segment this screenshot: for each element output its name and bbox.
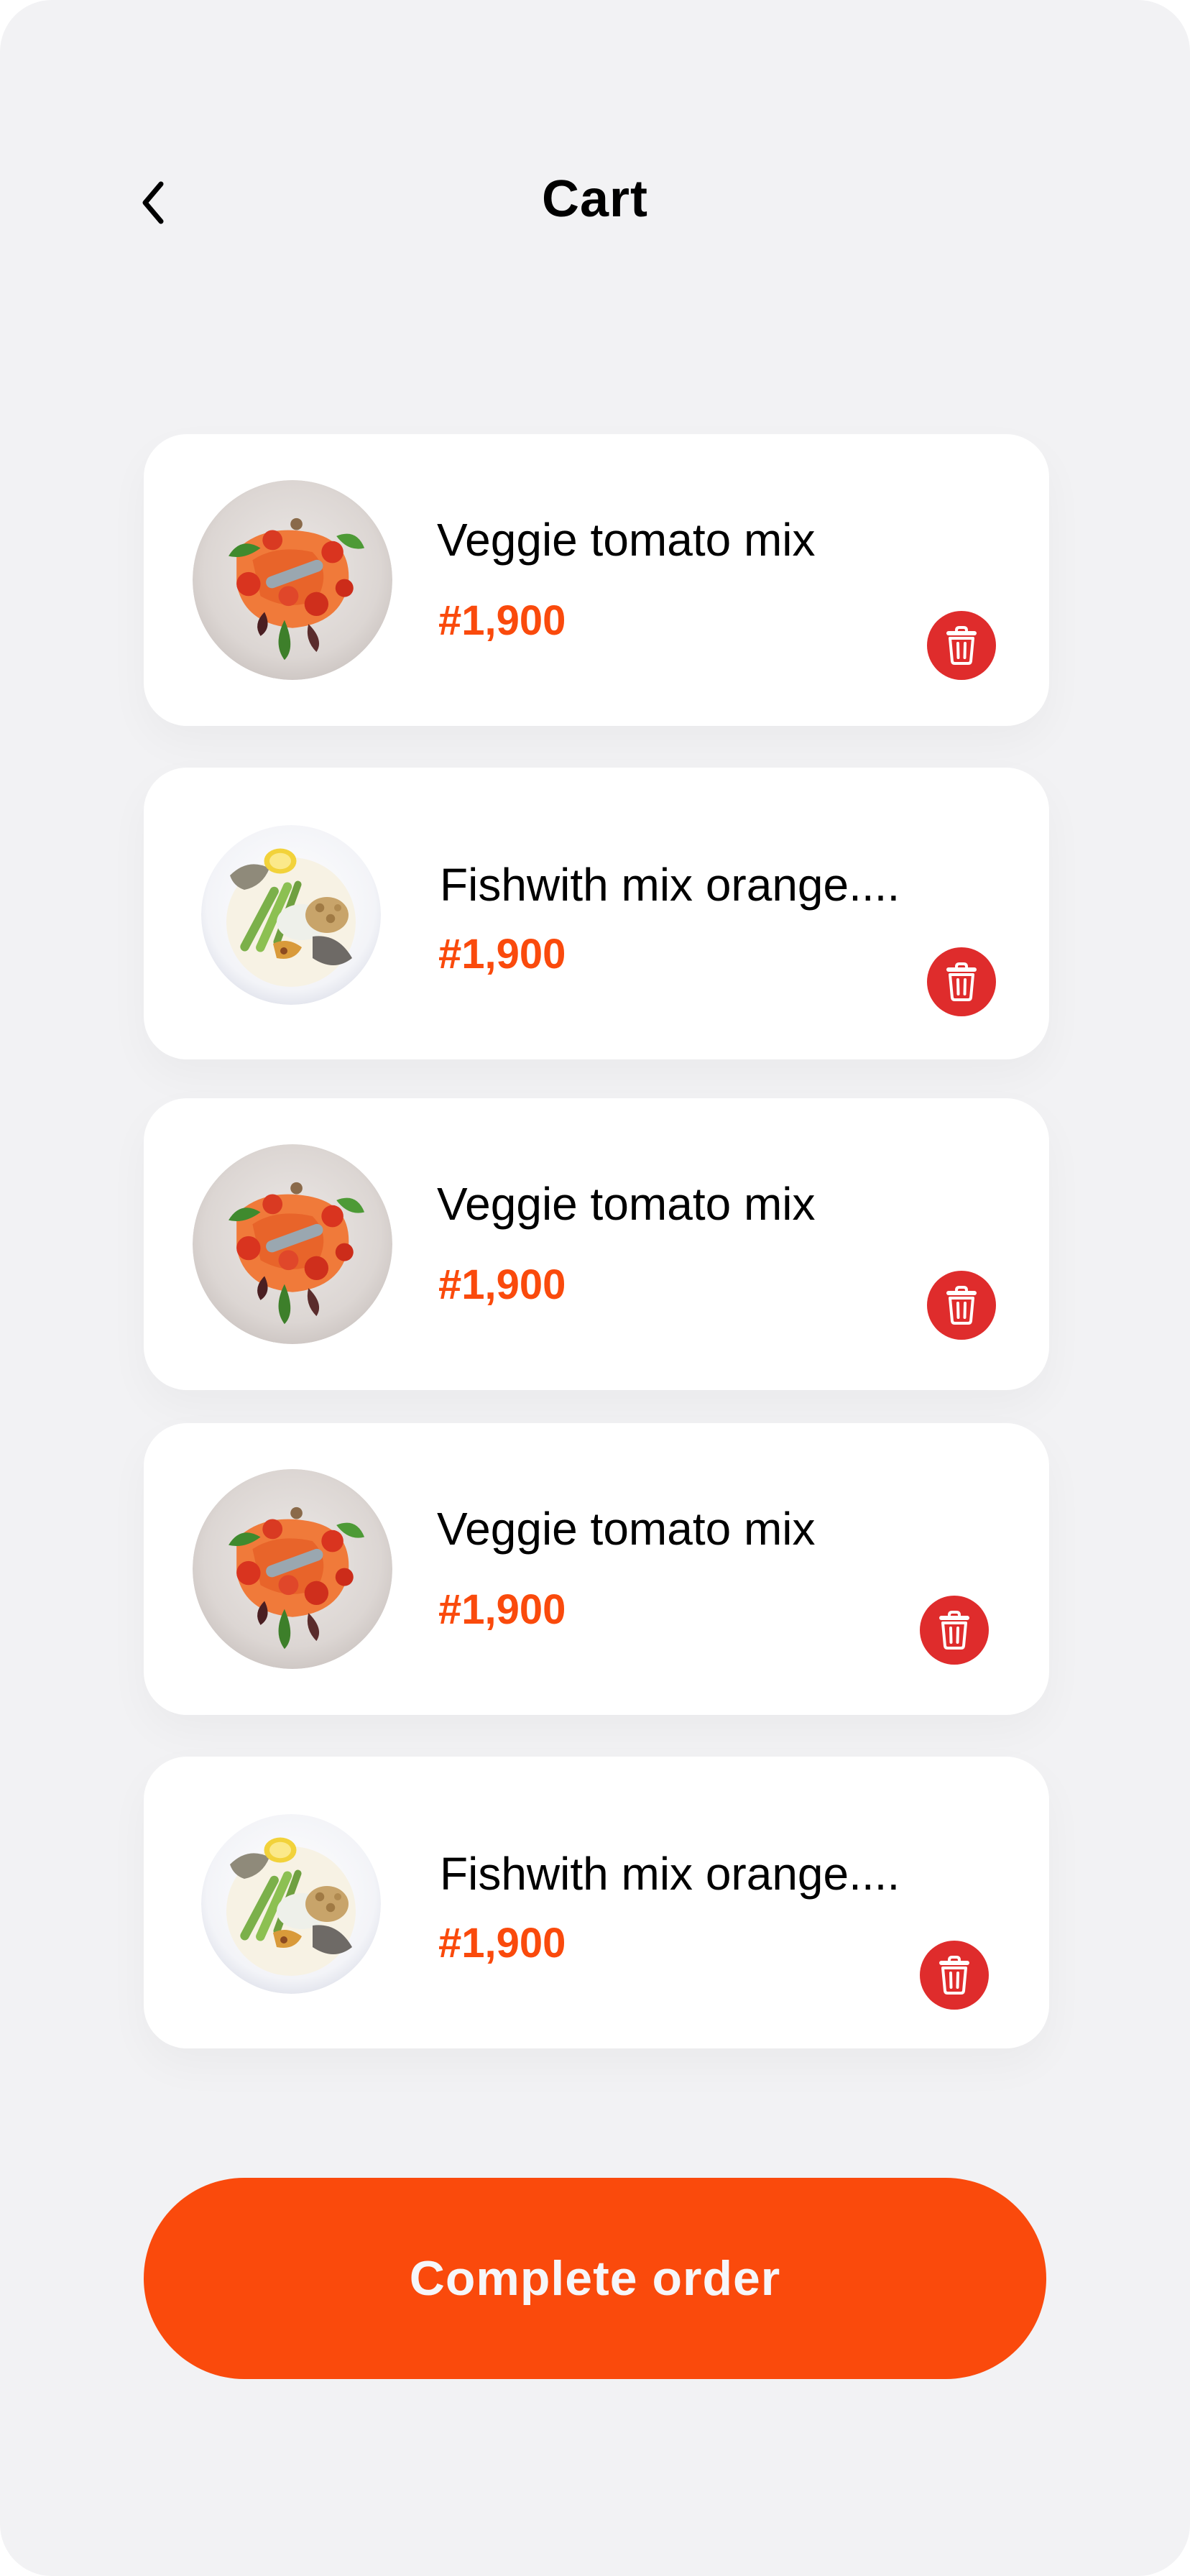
item-name: Veggie tomato mix (437, 1503, 816, 1555)
cart-item[interactable]: Veggie tomato mix #1,900 (144, 434, 1049, 726)
veggie-tomato-plate-image (193, 1144, 392, 1344)
trash-icon (946, 1286, 977, 1325)
trash-icon (939, 1611, 969, 1650)
page-title: Cart (541, 170, 649, 228)
cart-item[interactable]: Veggie tomato mix #1,900 (144, 1098, 1049, 1390)
cart-item[interactable]: Fishwith mix orange.... #1,900 (144, 1757, 1049, 2048)
trash-icon (946, 962, 977, 1001)
item-price: #1,900 (438, 1586, 566, 1633)
cart-screen: Cart Veggie tomato mix #1,900 Fishwith m… (0, 0, 1190, 2576)
fish-orange-plate-image (201, 1814, 381, 1994)
delete-button[interactable] (920, 1596, 989, 1665)
delete-button[interactable] (927, 611, 996, 680)
item-name: Fishwith mix orange.... (440, 1848, 900, 1900)
delete-button[interactable] (927, 947, 996, 1016)
trash-icon (946, 626, 977, 665)
veggie-tomato-plate-image (193, 1469, 392, 1669)
item-name: Veggie tomato mix (437, 1178, 816, 1230)
delete-button[interactable] (927, 1271, 996, 1340)
cart-item[interactable]: Veggie tomato mix #1,900 (144, 1423, 1049, 1715)
trash-icon (939, 1956, 969, 1995)
complete-order-button[interactable]: Complete order (144, 2178, 1046, 2379)
fish-orange-plate-image (201, 825, 381, 1005)
item-price: #1,900 (438, 597, 566, 644)
veggie-tomato-plate-image (193, 480, 392, 680)
delete-button[interactable] (920, 1941, 989, 2010)
item-price: #1,900 (438, 1261, 566, 1308)
item-price: #1,900 (438, 931, 566, 978)
item-price: #1,900 (438, 1920, 566, 1966)
item-name: Veggie tomato mix (437, 514, 816, 566)
item-name: Fishwith mix orange.... (440, 859, 900, 911)
cart-item[interactable]: Fishwith mix orange.... #1,900 (144, 768, 1049, 1059)
